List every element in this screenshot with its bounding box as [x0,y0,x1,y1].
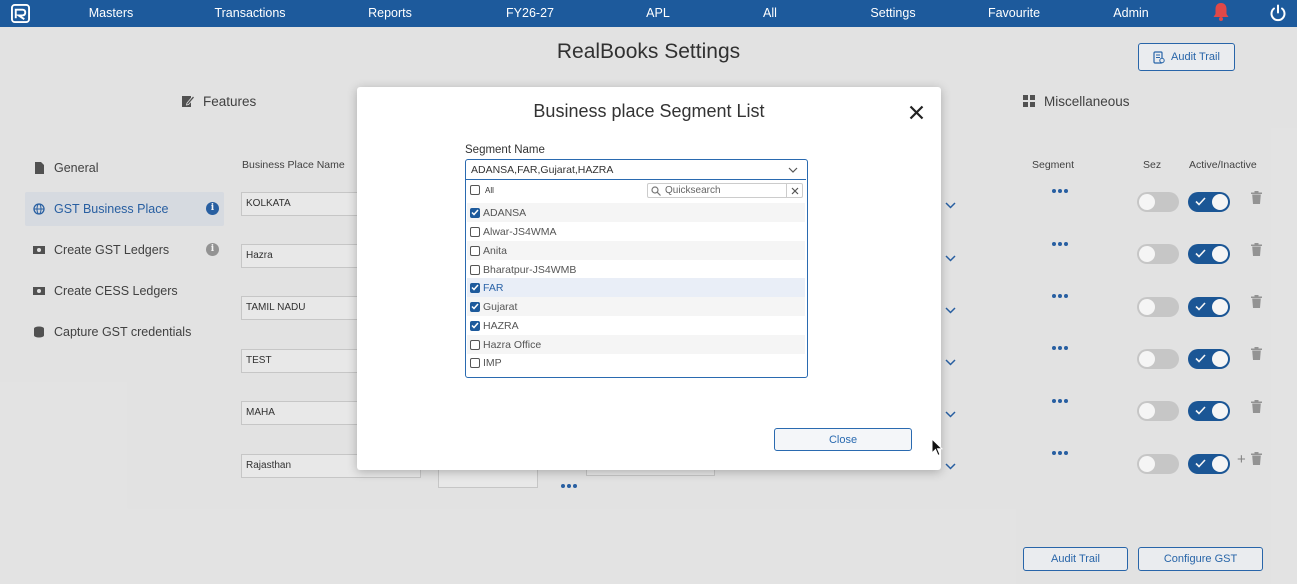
option-checkbox[interactable] [470,282,480,293]
option-label: Anita [483,244,507,257]
segment-multiselect: ADANSA,FAR,Gujarat,HAZRA All Quicksearch… [465,159,808,378]
nav-masters[interactable]: Masters [89,0,133,27]
bell-icon[interactable] [1212,2,1230,22]
select-all-checkbox[interactable] [470,185,480,195]
quicksearch-input[interactable]: Quicksearch [647,183,803,198]
segment-option[interactable]: IMP [467,353,805,372]
option-checkbox[interactable] [470,264,480,275]
segment-list-modal: Business place Segment List Segment Name… [357,87,941,470]
nav-favourite[interactable]: Favourite [988,0,1040,27]
close-button[interactable]: Close [774,428,912,451]
option-checkbox[interactable] [470,301,480,312]
quicksearch-placeholder: Quicksearch [665,185,721,196]
option-checkbox[interactable] [470,226,480,237]
select-all-row[interactable]: All [470,185,494,195]
segment-option[interactable]: FAR [467,278,805,297]
option-label: Alwar-JS4WMA [483,225,557,238]
nav-company[interactable]: APL [646,0,670,27]
clear-search-button[interactable] [786,184,802,197]
nav-all[interactable]: All [763,0,777,27]
segment-selected-value: ADANSA,FAR,Gujarat,HAZRA [471,164,614,176]
segment-select[interactable]: ADANSA,FAR,Gujarat,HAZRA [466,160,806,180]
option-label: FAR [483,281,504,294]
segment-option[interactable]: Alwar-JS4WMA [467,222,805,241]
top-nav: Masters Transactions Reports FY26-27 APL… [0,0,1297,27]
option-label: Hazra Office [483,338,542,351]
segment-option[interactable]: Anita [467,241,805,260]
nav-admin[interactable]: Admin [1113,0,1148,27]
option-checkbox[interactable] [470,339,480,350]
select-all-label: All [485,185,494,195]
segment-option[interactable]: ADANSA [467,203,805,222]
nav-fiscal-year[interactable]: FY26-27 [506,0,554,27]
power-icon[interactable] [1269,4,1287,22]
option-label: ADANSA [483,206,527,219]
option-label: HAZRA [483,319,519,332]
option-checkbox[interactable] [470,207,480,218]
option-label: Bharatpur-JS4WMB [483,263,577,276]
segment-name-label: Segment Name [465,144,545,156]
option-label: IMP [483,356,502,369]
mouse-cursor-icon [931,438,943,457]
chevron-down-icon [788,167,798,173]
search-icon [651,186,661,196]
clear-icon [791,187,798,194]
close-icon[interactable] [909,105,924,120]
segment-option[interactable]: Bharatpur-JS4WMB [467,260,805,279]
option-checkbox[interactable] [470,245,480,256]
option-checkbox[interactable] [470,357,480,368]
nav-settings[interactable]: Settings [870,0,915,27]
segment-option[interactable]: HAZRA [467,316,805,335]
nav-transactions[interactable]: Transactions [214,0,285,27]
nav-reports[interactable]: Reports [368,0,412,27]
modal-title: Business place Segment List [533,101,765,121]
option-label: Gujarat [483,300,518,313]
realbooks-logo-icon[interactable] [11,4,30,23]
segment-option[interactable]: Hazra Office [467,335,805,354]
option-checkbox[interactable] [470,320,480,331]
segment-option[interactable]: Gujarat [467,297,805,316]
